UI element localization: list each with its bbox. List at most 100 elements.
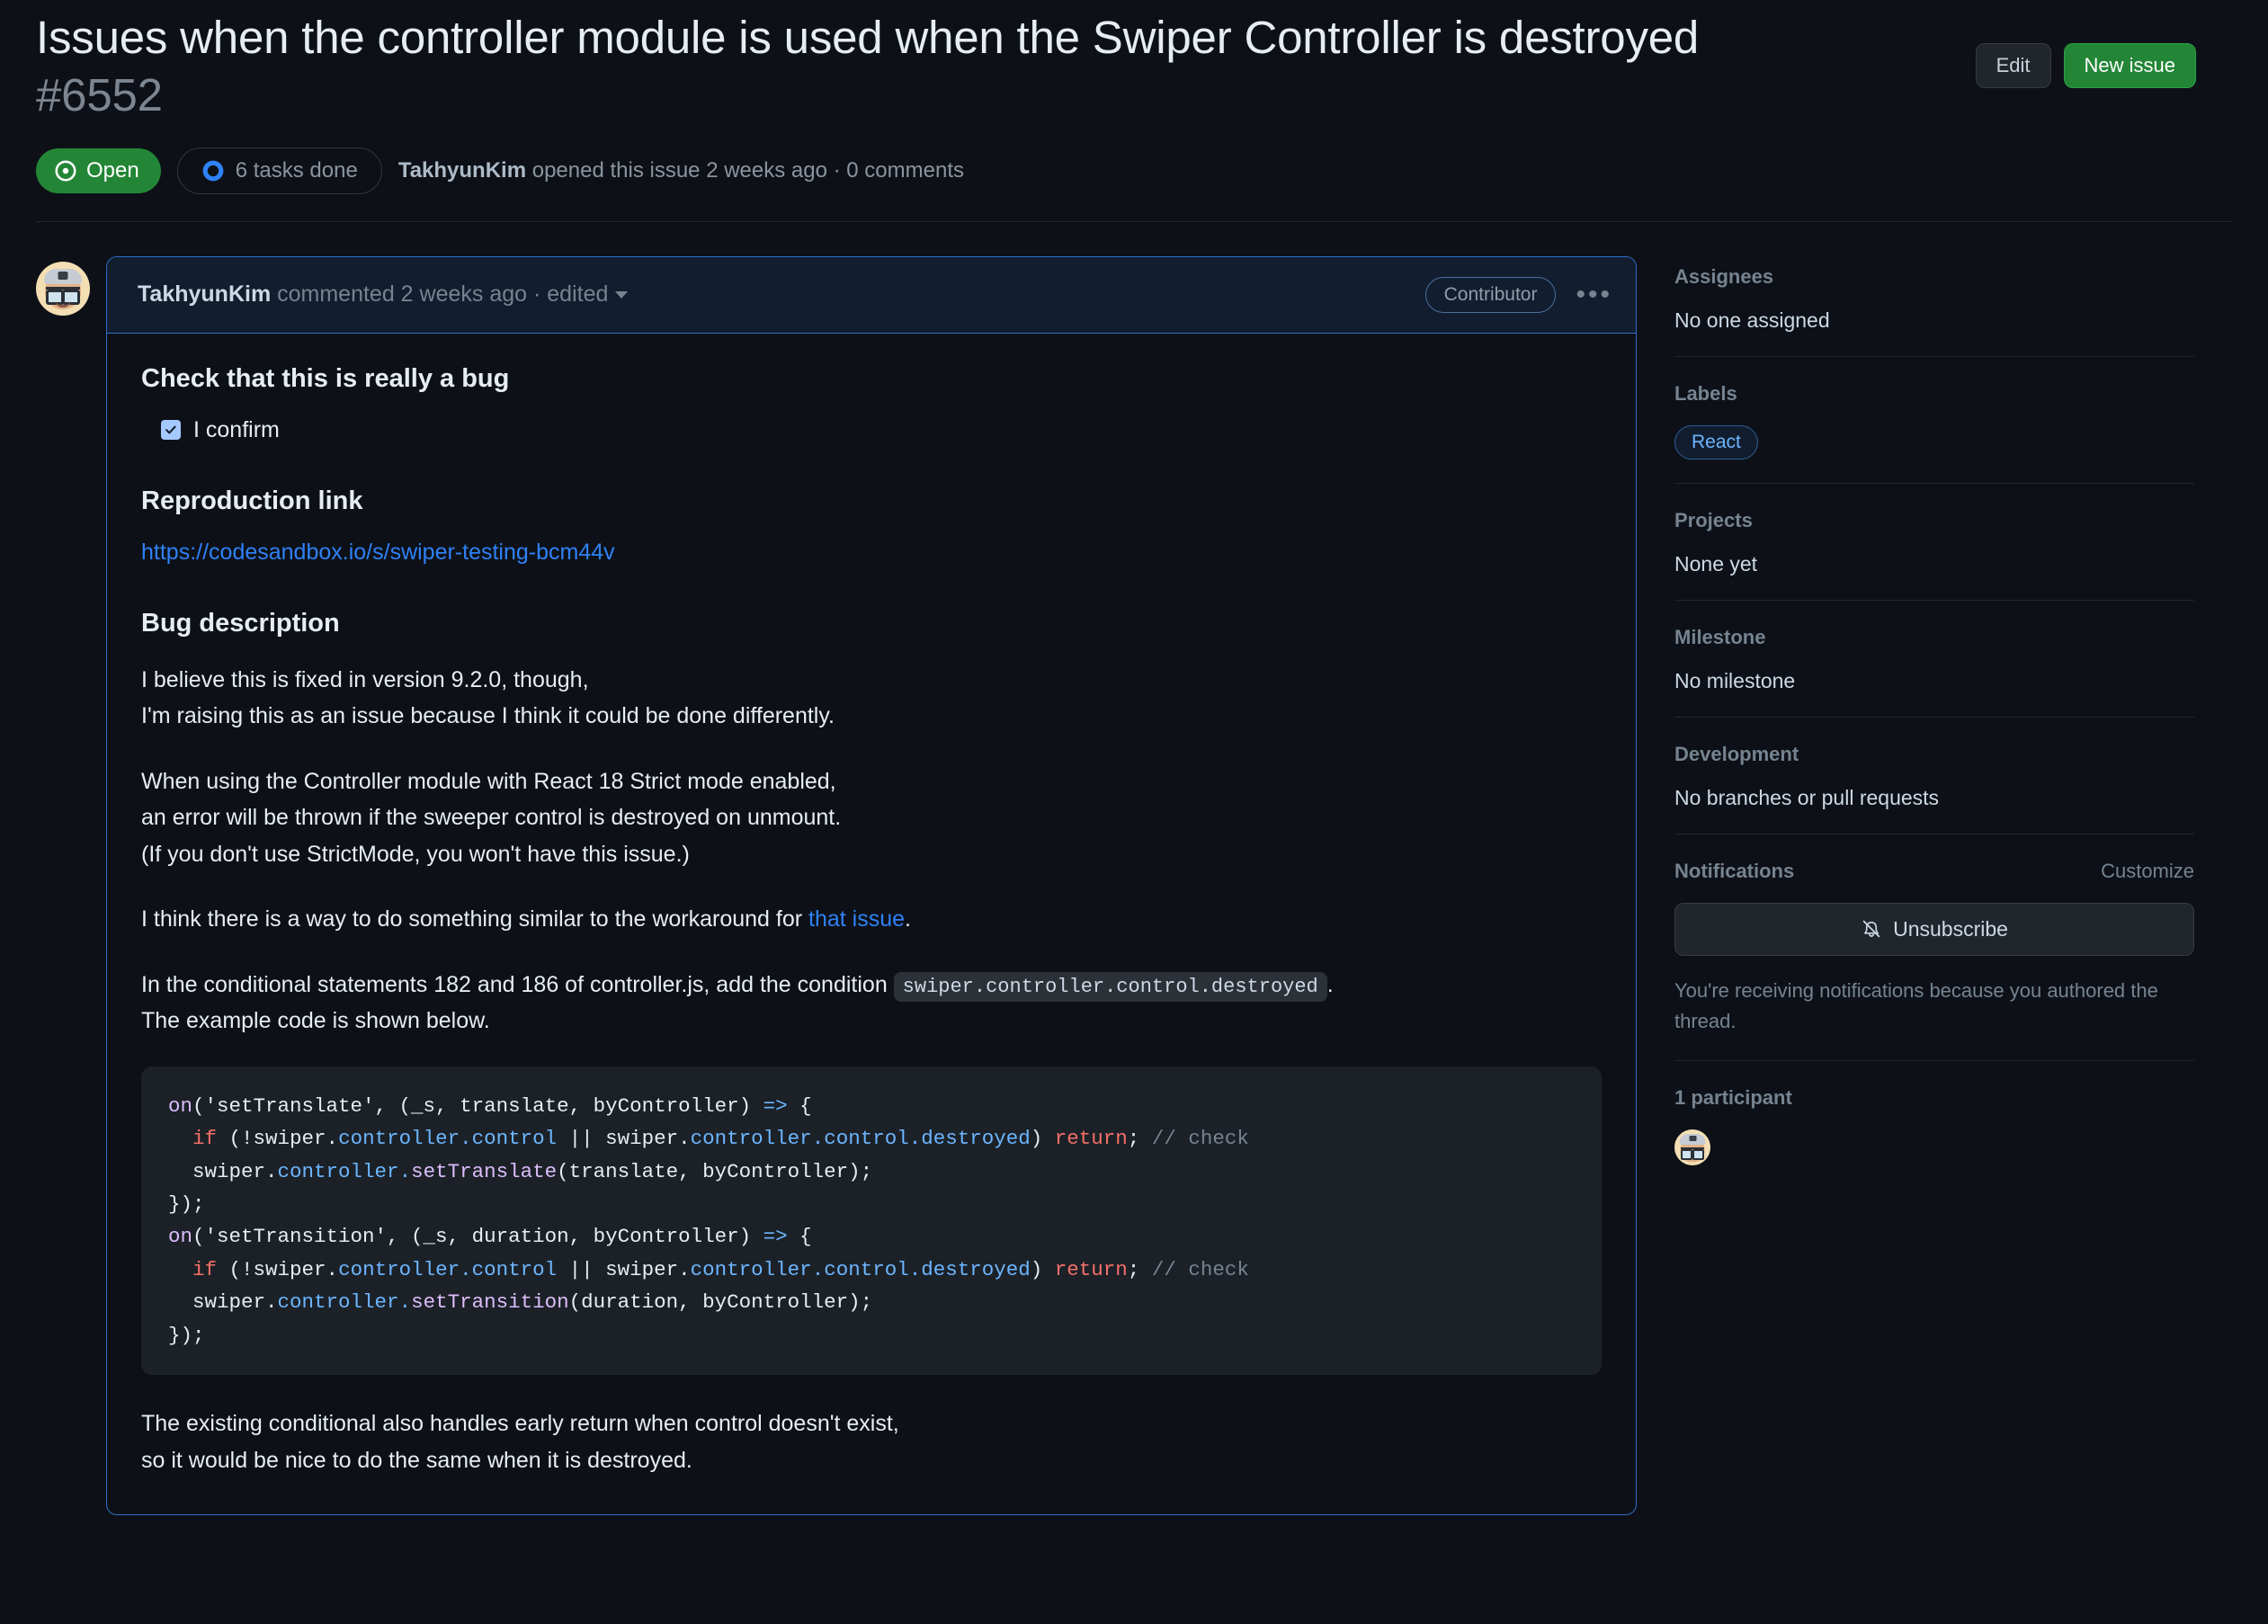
code-l6-p3: controller <box>690 1257 812 1281</box>
code-l5-rest: ('setTransition', (_s, duration, byContr… <box>192 1225 763 1249</box>
code-l7-c: (duration, byController); <box>568 1290 873 1315</box>
comment-header: TakhyunKim commented 2 weeks ago · edite… <box>107 256 1636 334</box>
comment-byline: TakhyunKim commented 2 weeks ago · edite… <box>138 281 629 308</box>
heading-reproduction-link: Reproduction link <box>141 486 363 515</box>
sidebar-section-labels: Labels React <box>1674 355 2194 483</box>
p3-before: I think there is a way to do something s… <box>141 906 809 932</box>
reproduction-link[interactable]: https://codesandbox.io/s/swiper-testing-… <box>141 540 1602 566</box>
code-l1-brace: { <box>787 1093 812 1118</box>
code-l2-p5: destroyed <box>921 1127 1031 1151</box>
code-l2-c: || swiper. <box>557 1127 691 1151</box>
code-l6-comment: // check <box>1151 1257 1249 1281</box>
check-icon <box>165 425 176 434</box>
contributor-badge: Contributor <box>1424 276 1557 313</box>
code-l2-d: . <box>811 1127 825 1151</box>
p1-line1: I believe this is fixed in version 9.2.0… <box>141 666 589 692</box>
projects-value: None yet <box>1674 551 1758 576</box>
customize-notifications-link[interactable]: Customize <box>2101 860 2194 883</box>
sidebar-section-projects: Projects None yet <box>1674 482 2194 600</box>
code-l1-arrow: => <box>763 1093 788 1118</box>
code-l6-p5: destroyed <box>921 1257 1031 1281</box>
issue-content: TakhyunKim commented 2 weeks ago · edite… <box>36 255 2232 1516</box>
participants-title: 1 participant <box>1674 1085 1792 1109</box>
code-l2-return: return <box>1054 1127 1128 1151</box>
code-l7-a: swiper. <box>192 1290 278 1315</box>
code-l7-b: . <box>398 1290 412 1315</box>
edit-button[interactable]: Edit <box>1975 43 2051 88</box>
p2-line1: When using the Controller module with Re… <box>141 768 836 794</box>
label-react[interactable]: React <box>1674 424 1758 460</box>
confirm-checkbox[interactable] <box>161 420 181 440</box>
issue-meta-text: TakhyunKim opened this issue 2 weeks ago… <box>398 158 964 183</box>
code-l1-rest: ('setTranslate', (_s, translate, byContr… <box>192 1093 763 1118</box>
code-l5-brace: { <box>787 1225 812 1249</box>
participants-header: 1 participant <box>1674 1086 2194 1110</box>
code-l6-f: ) <box>1030 1257 1055 1281</box>
code-l6-p4: control <box>824 1257 909 1281</box>
projects-title: Projects <box>1674 508 1753 531</box>
code-l2-if: if <box>192 1127 218 1151</box>
code-l2-p4: control <box>824 1127 909 1151</box>
code-l6-p2: control <box>471 1257 558 1281</box>
kebab-menu-icon[interactable]: ••• <box>1576 281 1612 308</box>
sidebar-section-participants: 1 participant <box>1674 1059 2194 1189</box>
chevron-down-icon[interactable] <box>615 291 629 299</box>
code-l2-comment: // check <box>1151 1127 1249 1151</box>
confirm-row: I confirm <box>141 417 1602 443</box>
code-l6-g: ; <box>1127 1257 1152 1281</box>
p4-before: In the conditional statements 182 and 18… <box>141 971 894 997</box>
notifications-note: You're receiving notifications because y… <box>1674 978 2158 1032</box>
code-l6-e: . <box>908 1257 922 1281</box>
code-l2-g: ; <box>1127 1127 1152 1151</box>
sidebar-section-assignees: Assignees No one assigned <box>1674 263 2194 356</box>
notifications-header: Notifications Customize <box>1674 860 2194 883</box>
code-l3-c: (translate, byController); <box>557 1159 873 1183</box>
development-title: Development <box>1674 742 1799 765</box>
heading-bug-description: Bug description <box>141 608 340 638</box>
avatar[interactable] <box>36 261 90 316</box>
issue-meta-row: Open 6 tasks done TakhyunKim opened this… <box>36 147 2232 194</box>
labels-title: Labels <box>1674 381 1737 405</box>
code-l8: }); <box>168 1323 205 1347</box>
p4-line2: The example code is shown below. <box>141 1008 490 1034</box>
issue-author[interactable]: TakhyunKim <box>398 158 526 183</box>
notifications-title: Notifications <box>1674 859 1795 882</box>
development-header[interactable]: Development <box>1674 743 2194 766</box>
code-on-1: on <box>168 1093 193 1118</box>
labels-header[interactable]: Labels <box>1674 382 2194 406</box>
code-l6-if: if <box>192 1257 218 1281</box>
participant-avatar[interactable] <box>1674 1129 1710 1165</box>
code-l6-b: . <box>460 1257 472 1281</box>
sidebar-section-milestone: Milestone No milestone <box>1674 599 2194 717</box>
sidebar-section-development: Development No branches or pull requests <box>1674 716 2194 834</box>
code-l3-b: . <box>398 1159 412 1183</box>
p5-line2: so it would be nice to do the same when … <box>141 1447 692 1473</box>
bell-slash-icon <box>1862 920 1880 938</box>
status-badge-label: Open <box>86 157 139 183</box>
assignees-title: Assignees <box>1674 264 1774 288</box>
p3-after: . <box>905 906 911 932</box>
code-l6-a: (!swiper. <box>217 1257 339 1281</box>
p2-line2: an error will be thrown if the sweeper c… <box>141 805 842 830</box>
code-l2-p2: control <box>471 1127 558 1151</box>
milestone-header[interactable]: Milestone <box>1674 626 2194 649</box>
comment-box: TakhyunKim commented 2 weeks ago · edite… <box>106 255 1637 1516</box>
assignees-header[interactable]: Assignees <box>1674 265 2194 289</box>
issue-title-text: Issues when the controller module is use… <box>36 12 1700 63</box>
header-actions: Edit New issue <box>1975 43 2196 88</box>
inline-code-destroyed: swiper.controller.control.destroyed <box>893 971 1327 1002</box>
comment-author[interactable]: TakhyunKim <box>138 281 271 307</box>
code-l2-f: ) <box>1030 1127 1055 1151</box>
code-l3-p1: controller <box>277 1159 399 1183</box>
tasks-badge[interactable]: 6 tasks done <box>176 147 382 194</box>
new-issue-button[interactable]: New issue <box>2063 43 2196 88</box>
comment-header-actions: Contributor ••• <box>1424 276 1612 313</box>
that-issue-link[interactable]: that issue <box>808 906 905 932</box>
p2-line3: (If you don't use StrictMode, you won't … <box>141 841 690 867</box>
assignees-value: No one assigned <box>1674 308 1830 332</box>
paragraph-workaround: I think there is a way to do something s… <box>141 901 1602 938</box>
projects-header[interactable]: Projects <box>1674 509 2194 532</box>
unsubscribe-button[interactable]: Unsubscribe <box>1674 902 2194 956</box>
status-badge: Open <box>36 147 161 193</box>
code-l3-a: swiper. <box>192 1159 278 1183</box>
